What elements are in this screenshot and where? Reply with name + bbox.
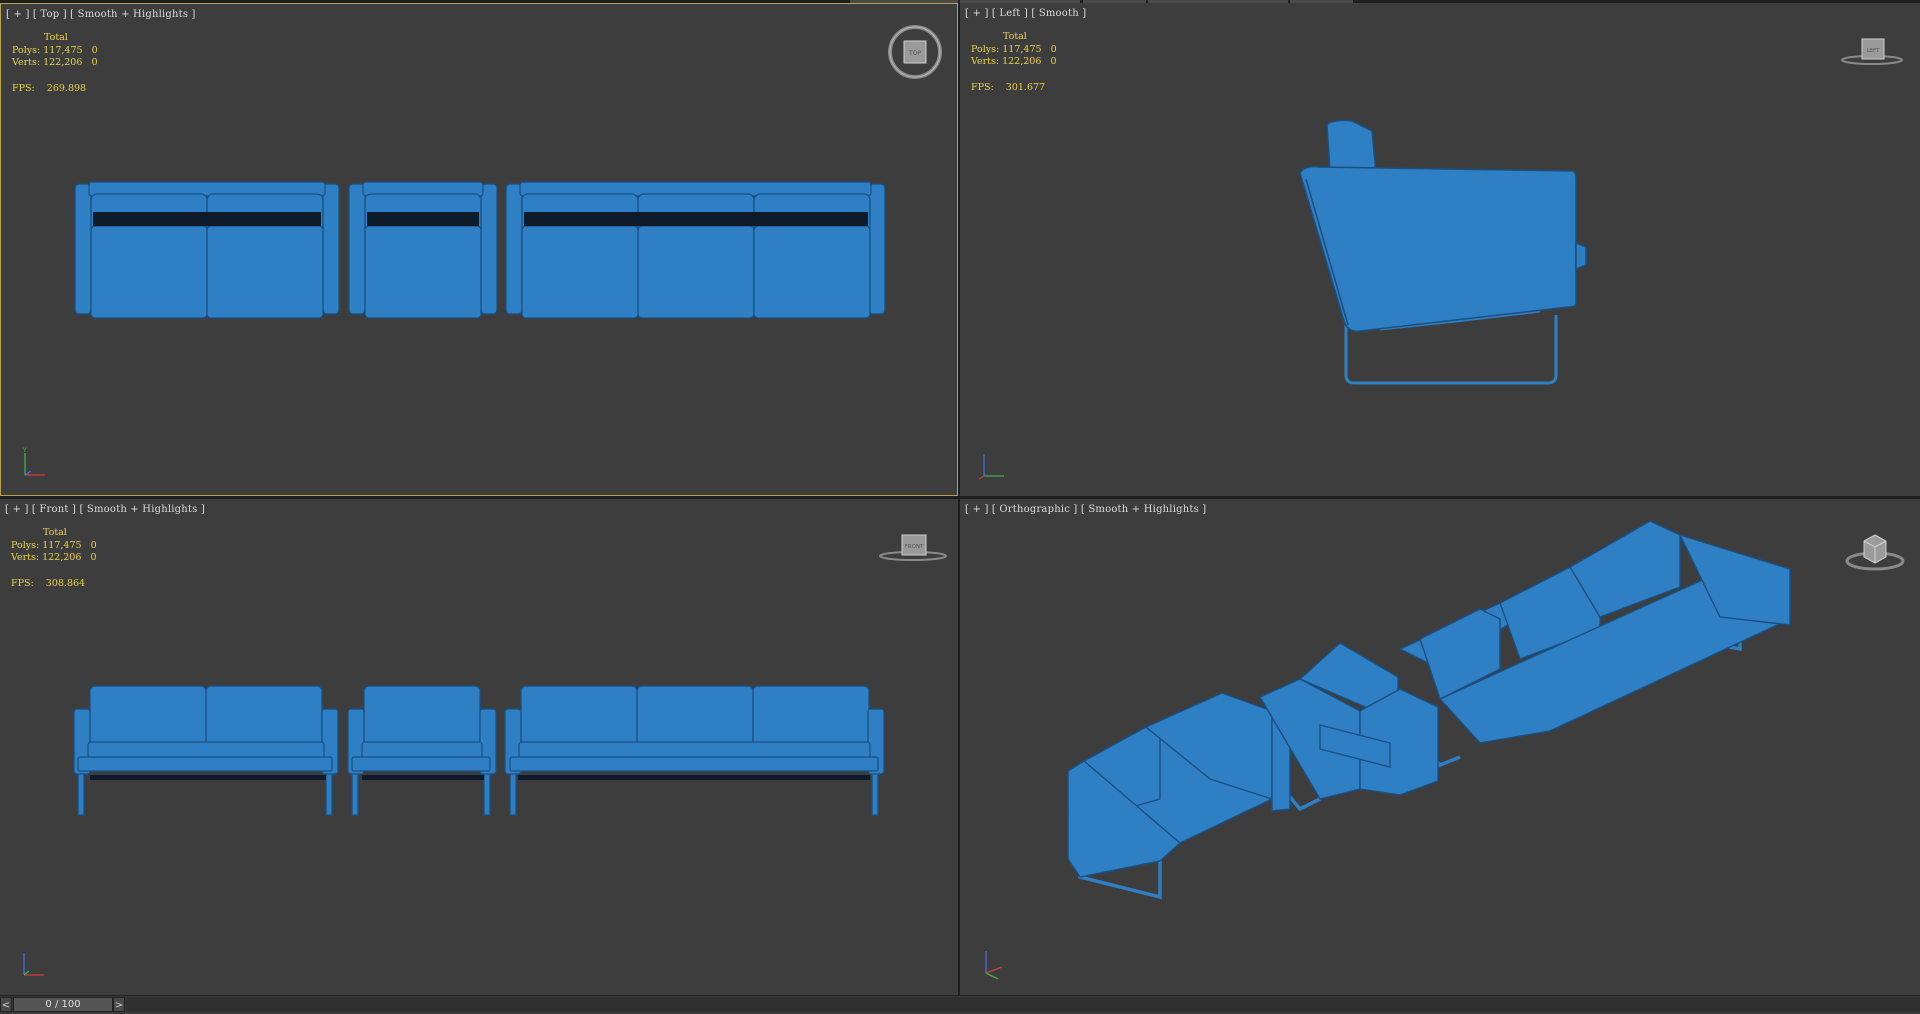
timeline-prev-button[interactable]: < <box>0 997 12 1012</box>
viewport-divider-horizontal[interactable] <box>0 496 1920 499</box>
viewport-top[interactable]: [ + ] [ Top ] [ Smooth + Highlights ] To… <box>0 3 958 496</box>
viewport-left[interactable]: [ + ] [ Left ] [ Smooth ] Total Polys: 1… <box>960 3 1920 496</box>
viewport-orthographic[interactable]: [ + ] [ Orthographic ] [ Smooth + Highli… <box>960 499 1920 995</box>
sofa-set-front-view[interactable] <box>0 499 958 995</box>
sofa-side-view[interactable] <box>960 3 1920 496</box>
sofa-set-orthographic-view[interactable] <box>960 499 1920 995</box>
time-slider[interactable]: 0 / 100 <box>13 997 113 1012</box>
time-slider-bar: < 0 / 100 > <box>0 995 1920 1014</box>
timeline-next-button[interactable]: > <box>113 997 125 1012</box>
sofa-set-top-view[interactable] <box>1 4 958 496</box>
viewport-front[interactable]: [ + ] [ Front ] [ Smooth + Highlights ] … <box>0 499 958 995</box>
timeline-track[interactable] <box>126 997 1920 1012</box>
